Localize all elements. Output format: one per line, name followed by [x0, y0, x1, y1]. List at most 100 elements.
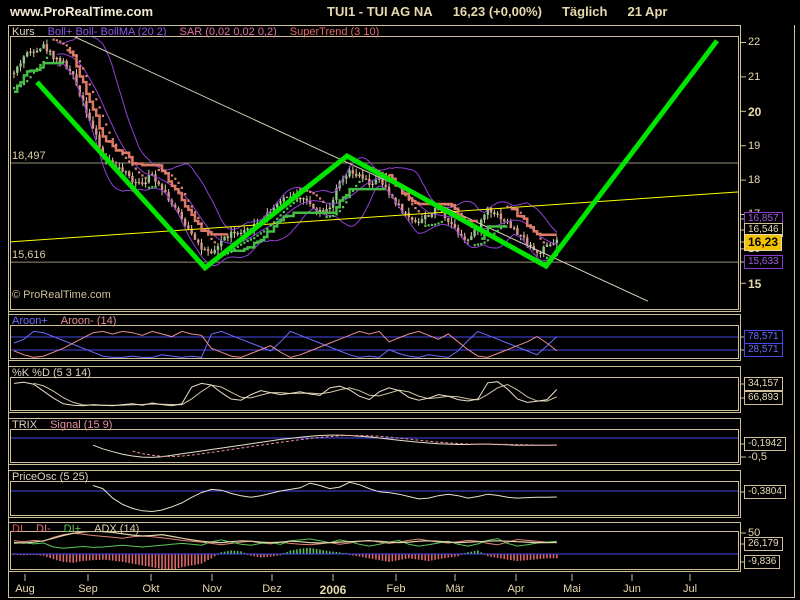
di-histogram-bar [520, 554, 522, 561]
candle-body [187, 225, 189, 228]
sar-dot [184, 193, 186, 195]
stoch-plot [14, 382, 557, 406]
di-histogram-bar [424, 554, 426, 561]
candle-body [500, 214, 502, 220]
sar-dot [345, 201, 347, 203]
candle-body [131, 176, 133, 182]
sar-dot [497, 230, 499, 232]
sar-dot [247, 240, 249, 242]
sar-dot [76, 55, 78, 57]
sar-dot [260, 232, 262, 234]
sar-dot [49, 53, 51, 55]
candle-body [467, 240, 469, 241]
di-histogram-bar [497, 554, 499, 558]
di-histogram-bar [303, 548, 305, 554]
sar-dot [43, 61, 45, 63]
di-histogram-bar [56, 554, 58, 560]
candle-body [16, 67, 18, 73]
sar-dot [89, 83, 91, 85]
candle-body [161, 184, 163, 190]
sar-dot [240, 244, 242, 246]
sar-dot [342, 206, 344, 208]
di-histogram-bar [49, 554, 51, 558]
priceosc-line [93, 482, 557, 511]
di-histogram-bar [89, 554, 91, 560]
candle-body [483, 215, 485, 220]
sar-dot [174, 178, 176, 180]
sar-dot [289, 205, 291, 207]
sar-dot [460, 213, 462, 215]
sar-dot [135, 168, 137, 170]
sar-dot [164, 171, 166, 173]
di-histogram-bar [115, 554, 117, 561]
di-histogram-bar [165, 554, 167, 569]
di-histogram-bar [513, 554, 515, 561]
di-histogram-bar [503, 554, 505, 559]
trix-plot [10, 435, 739, 457]
sar-dot [437, 222, 439, 224]
sar-dot [434, 223, 436, 225]
chart-canvas[interactable] [0, 0, 800, 600]
di-histogram-bar [109, 554, 111, 560]
sar-dot [23, 83, 25, 85]
sar-dot [480, 243, 482, 245]
di-histogram-bar [296, 549, 298, 554]
sar-dot [405, 194, 407, 196]
di-histogram-bar [197, 554, 199, 564]
di-histogram-bar [59, 554, 61, 561]
di-histogram-bar [372, 554, 374, 559]
sar-dot [424, 225, 426, 227]
sar-dot [201, 222, 203, 224]
candle-body [503, 219, 505, 221]
aroon-up-line [14, 331, 557, 357]
sar-dot [105, 123, 107, 125]
sar-dot [441, 221, 443, 223]
di-histogram-bar [500, 554, 502, 559]
candle-body [447, 218, 449, 222]
candle-body [375, 180, 377, 184]
sar-dot [66, 44, 68, 46]
di-histogram-bar [168, 554, 170, 570]
di-histogram-bar [230, 550, 232, 554]
di-histogram-bar [63, 554, 65, 562]
candle-body [490, 208, 492, 213]
di-histogram-bar [408, 554, 410, 558]
di-histogram-bar [158, 554, 160, 568]
sar-dot [181, 187, 183, 189]
sar-dot [503, 225, 505, 227]
di-histogram-bar [319, 550, 321, 554]
sar-dot [533, 229, 535, 231]
candle-body [233, 232, 235, 233]
sar-dot [293, 202, 295, 204]
candle-body [210, 251, 212, 253]
di-histogram-bar [306, 548, 308, 554]
sar-dot [145, 177, 147, 179]
di-histogram-bar [145, 554, 147, 566]
sar-dot [161, 169, 163, 171]
sar-dot [59, 40, 61, 42]
sar-dot [309, 191, 311, 193]
candle-body [523, 235, 525, 237]
sar-dot [207, 234, 209, 236]
candle-body [158, 182, 160, 185]
sar-dot [16, 86, 18, 88]
sar-dot [72, 50, 74, 52]
sar-dot [444, 203, 446, 205]
candle-body [148, 175, 150, 183]
candle-body [204, 249, 206, 250]
di-histogram-bar [138, 554, 140, 565]
sar-dot [85, 75, 87, 77]
sar-dot [250, 238, 252, 240]
sar-dot [358, 181, 360, 183]
sar-dot [158, 169, 160, 171]
sar-dot [332, 215, 334, 217]
di-histogram-bar [211, 554, 213, 558]
di-histogram-bar [155, 554, 157, 568]
di-histogram-bar [494, 554, 496, 557]
sar-dot [418, 210, 420, 212]
sar-dot [500, 227, 502, 229]
di-histogram-bar [53, 554, 55, 559]
sar-dot [131, 164, 133, 166]
di-histogram-bar [411, 554, 413, 559]
sar-dot [168, 172, 170, 174]
